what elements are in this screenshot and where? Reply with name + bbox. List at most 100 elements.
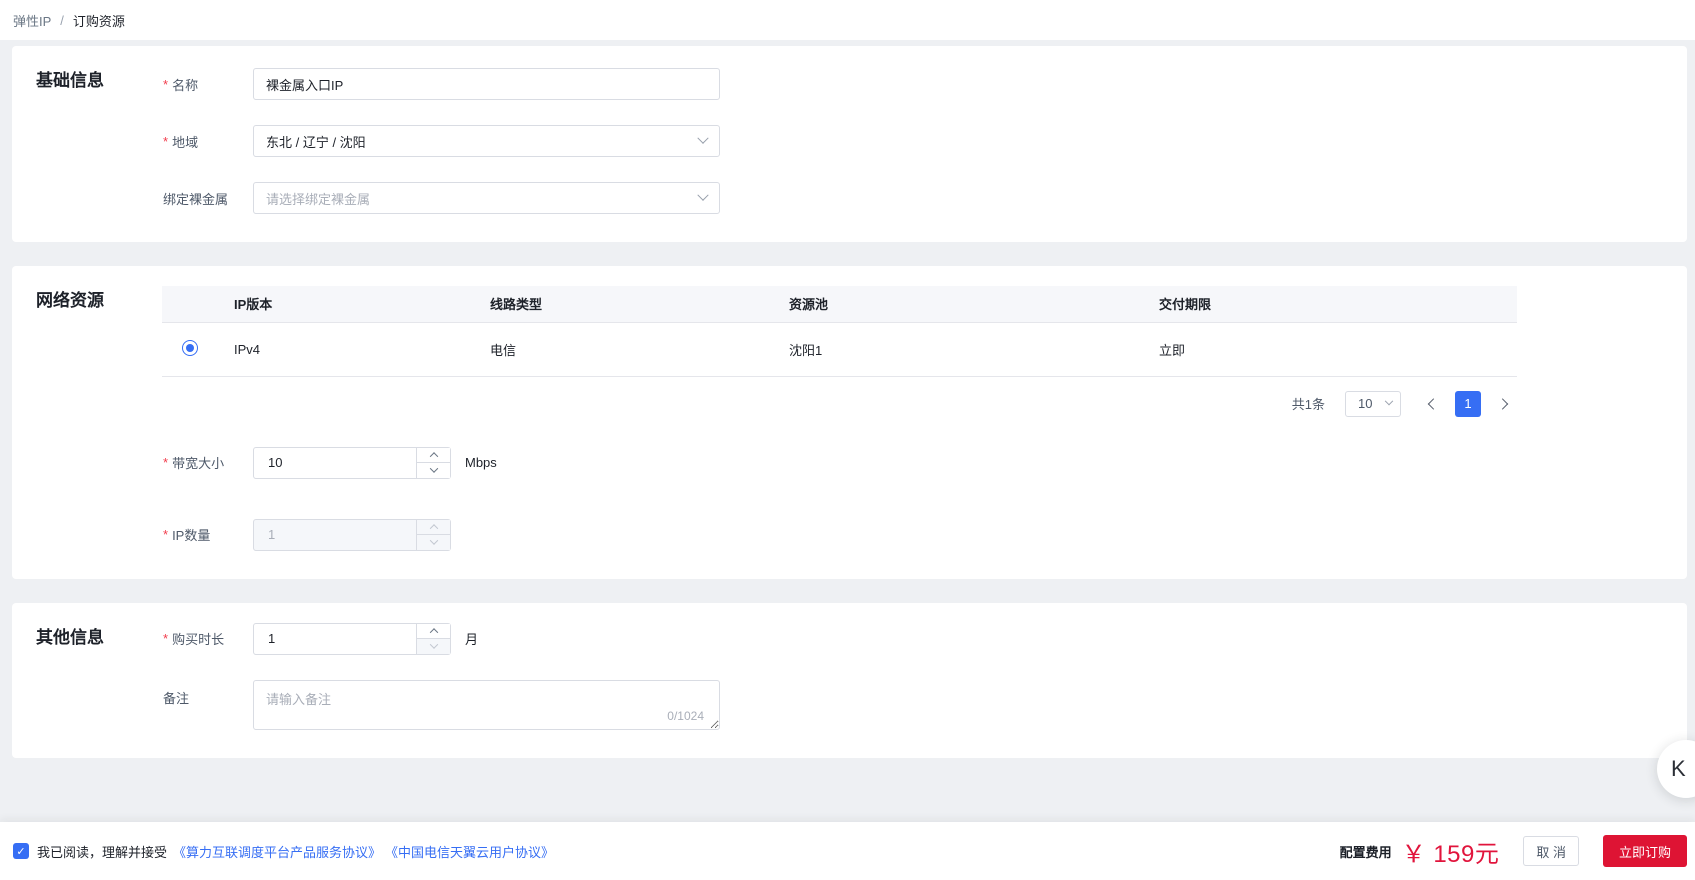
ip-count-increase-button: [417, 519, 450, 535]
duration-decrease-button: [417, 639, 450, 654]
agreement-link-ctyun[interactable]: 《中国电信天翼云用户协议》: [385, 842, 554, 861]
ip-count-label-wrap: * IP数量: [163, 525, 253, 544]
required-marker: *: [163, 133, 169, 149]
required-marker: *: [163, 527, 169, 542]
chevron-down-icon: [697, 132, 709, 144]
name-label: 名称: [172, 77, 199, 93]
resource-table-wrap: IP版本 线路类型 资源池 交付期限 IPv4 电信 沈阳1 立即 共1条 10…: [162, 286, 1517, 417]
floating-helper-label: K: [1671, 756, 1686, 781]
ip-count-decrease-button: [417, 535, 450, 550]
chevron-down-icon: [697, 189, 709, 201]
table-row: IPv4 电信 沈阳1 立即: [162, 322, 1517, 377]
pagination-next-button[interactable]: [1491, 391, 1517, 417]
page-size-select[interactable]: 10: [1345, 390, 1401, 417]
col-header-pool: 资源池: [777, 286, 1147, 323]
form-row-region: * 地域 东北 / 辽宁 / 沈阳: [163, 125, 1687, 157]
chevron-right-icon: [1496, 397, 1509, 410]
bandwidth-label-wrap: * 带宽大小: [163, 453, 253, 472]
section-network-resources: 网络资源 IP版本 线路类型 资源池 交付期限 IPv4 电信 沈阳1 立即 共…: [12, 266, 1687, 579]
bare-metal-select[interactable]: 请选择绑定裸金属: [253, 182, 720, 214]
bandwidth-label: 带宽大小: [172, 456, 225, 471]
remark-char-counter: 0/1024: [667, 708, 704, 723]
region-label-wrap: * 地域: [163, 132, 253, 151]
bandwidth-stepper-buttons: [416, 447, 450, 478]
col-header-delivery: 交付期限: [1147, 286, 1517, 323]
col-header-ip-version: IP版本: [218, 286, 478, 323]
ip-count-input: [254, 519, 416, 550]
radio-column-header: [162, 286, 218, 323]
main-content: 基础信息 * 名称 * 地域 东北 / 辽宁 / 沈阳 绑定裸金属 请选择: [0, 40, 1695, 758]
cell-delivery: 立即: [1147, 322, 1517, 377]
duration-input[interactable]: [254, 623, 416, 654]
remark-textarea[interactable]: [253, 679, 720, 730]
region-select-value: 东北 / 辽宁 / 沈阳: [266, 134, 366, 150]
form-row-name: * 名称: [163, 68, 1687, 100]
duration-label-wrap: * 购买时长: [163, 629, 253, 648]
bare-metal-select-placeholder: 请选择绑定裸金属: [266, 191, 371, 207]
required-marker: *: [163, 76, 169, 92]
breadcrumb-current: 订购资源: [72, 13, 125, 29]
bandwidth-decrease-button[interactable]: [417, 463, 450, 478]
form-row-remark: 备注 0/1024: [163, 679, 1687, 730]
remark-label-wrap: 备注: [163, 680, 253, 707]
duration-stepper-buttons: [416, 623, 450, 654]
other-info-title: 其他信息: [36, 627, 104, 647]
chevron-down-icon: [429, 640, 438, 650]
fee-value: ￥ 159元: [1401, 840, 1500, 868]
duration-label: 购买时长: [172, 632, 225, 647]
bandwidth-increase-button[interactable]: [417, 447, 450, 463]
chevron-down-icon: [429, 464, 438, 474]
section-basic-info: 基础信息 * 名称 * 地域 东北 / 辽宁 / 沈阳 绑定裸金属 请选择: [12, 46, 1687, 242]
bare-metal-label-wrap: 绑定裸金属: [163, 189, 253, 208]
page-size-value: 10: [1358, 396, 1373, 411]
agreement-link-platform[interactable]: 《算力互联调度平台产品服务协议》: [173, 842, 381, 861]
cell-line-type: 电信: [478, 322, 777, 377]
pagination-prev-button[interactable]: [1419, 391, 1445, 417]
required-marker: *: [163, 631, 169, 646]
breadcrumb: 弹性IP / 订购资源: [0, 0, 1695, 40]
cell-pool: 沈阳1: [777, 322, 1147, 377]
chevron-down-icon: [429, 536, 438, 546]
basic-info-title: 基础信息: [36, 71, 104, 90]
form-row-duration: * 购买时长 月: [163, 622, 1687, 655]
footer-action-bar: 我已阅读，理解并接受 《算力互联调度平台产品服务协议》 《中国电信天翼云用户协议…: [0, 822, 1695, 880]
agreement-checkbox-checked[interactable]: [13, 843, 29, 859]
name-input[interactable]: [253, 68, 720, 100]
duration-unit: 月: [465, 632, 479, 647]
bandwidth-input[interactable]: [254, 447, 416, 478]
ip-count-stepper: [253, 518, 451, 551]
section-other-info: 其他信息 * 购买时长 月 备注 0/1024: [12, 602, 1687, 758]
agreement-area: 我已阅读，理解并接受 《算力互联调度平台产品服务协议》 《中国电信天翼云用户协议…: [13, 842, 558, 861]
breadcrumb-parent[interactable]: 弹性IP: [13, 11, 51, 30]
name-label-wrap: * 名称: [163, 75, 253, 94]
pagination: 共1条 10 1: [162, 390, 1517, 417]
form-row-bandwidth: * 带宽大小 Mbps: [163, 446, 1687, 479]
form-row-bare-metal: 绑定裸金属 请选择绑定裸金属: [163, 182, 1687, 214]
col-header-line-type: 线路类型: [478, 286, 777, 323]
table-header-row: IP版本 线路类型 资源池 交付期限: [162, 286, 1517, 323]
bandwidth-unit: Mbps: [465, 455, 497, 470]
cancel-button[interactable]: 取 消: [1523, 836, 1579, 866]
region-select[interactable]: 东北 / 辽宁 / 沈阳: [253, 125, 720, 157]
ip-count-stepper-buttons: [416, 519, 450, 550]
chevron-down-icon: [1384, 396, 1394, 405]
ip-count-label: IP数量: [172, 528, 211, 543]
chevron-up-icon: [429, 523, 438, 533]
chevron-left-icon: [1427, 397, 1440, 410]
bare-metal-label: 绑定裸金属: [163, 191, 229, 207]
pagination-page-1[interactable]: 1: [1455, 390, 1481, 417]
bandwidth-stepper: [253, 446, 451, 479]
pagination-total: 共1条: [1291, 397, 1325, 412]
chevron-up-icon: [429, 627, 438, 637]
required-marker: *: [163, 455, 169, 470]
duration-stepper: [253, 622, 451, 655]
remark-textarea-wrap: 0/1024: [253, 679, 720, 730]
network-resources-title: 网络资源: [36, 291, 104, 310]
resource-table: IP版本 线路类型 资源池 交付期限 IPv4 电信 沈阳1 立即: [162, 286, 1517, 377]
submit-order-button[interactable]: 立即订购: [1603, 835, 1687, 867]
row-radio-selected[interactable]: [182, 339, 198, 356]
duration-increase-button[interactable]: [417, 623, 450, 639]
fee-label: 配置费用: [1339, 844, 1392, 860]
chevron-up-icon: [429, 451, 438, 461]
cell-ip-version: IPv4: [218, 322, 478, 377]
